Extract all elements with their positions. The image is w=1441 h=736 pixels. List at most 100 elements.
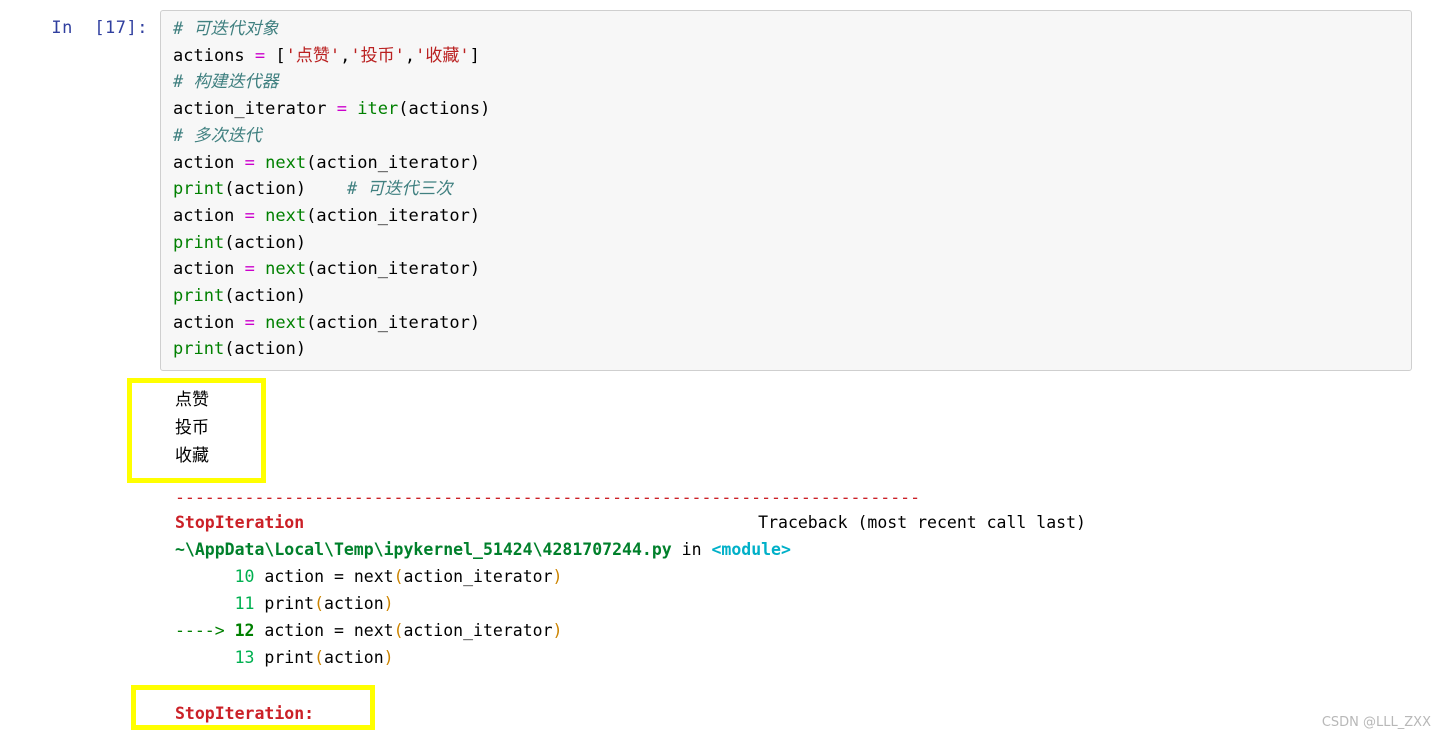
traceback-code-token: ) xyxy=(552,567,563,586)
traceback-frame-line: ----> 12 action = next(action_iterator) xyxy=(175,617,1375,644)
traceback-header-line: StopIteration Traceback (most recent call… xyxy=(175,509,1375,536)
code-token-builtin: iter xyxy=(357,99,399,120)
code-token-plain: (action) xyxy=(224,232,307,253)
code-token-op: = xyxy=(244,152,255,173)
traceback-code-token: ) xyxy=(383,648,394,667)
code-token-plain: (actions) xyxy=(398,99,491,120)
code-line: # 构建迭代器 xyxy=(173,69,1411,96)
code-token-plain: [ xyxy=(265,45,286,66)
code-token-plain: (action_iterator) xyxy=(306,312,481,333)
code-token-plain: (action_iterator) xyxy=(306,152,481,173)
traceback-frame-line: 10 action = next(action_iterator) xyxy=(175,563,1375,590)
code-token-op: = xyxy=(336,99,348,120)
traceback-scope: <module> xyxy=(711,540,791,559)
code-token-builtin: next xyxy=(265,259,307,280)
traceback-in-word: in xyxy=(671,540,712,559)
code-token-plain: action xyxy=(173,259,245,280)
code-token-plain: (action) xyxy=(224,179,348,200)
traceback-frame-line: 11 print(action) xyxy=(175,590,1375,617)
traceback-lineno: 13 xyxy=(224,648,255,667)
code-token-comment: # 构建迭代器 xyxy=(173,72,279,93)
traceback-code-token: print xyxy=(254,594,315,613)
code-token-plain: (action_iterator) xyxy=(306,205,481,226)
code-token-plain: ] xyxy=(469,45,480,66)
code-token-plain: (action) xyxy=(224,286,307,307)
code-line: print(action) xyxy=(173,283,1411,310)
code-token-op: = xyxy=(244,205,255,226)
code-token-str: '投币' xyxy=(350,45,405,66)
exception-name: StopIteration xyxy=(175,513,305,532)
traceback-arrow xyxy=(175,648,225,667)
code-line: # 多次迭代 xyxy=(173,123,1411,150)
code-token-op: = xyxy=(244,259,255,280)
traceback-arrow xyxy=(175,567,225,586)
code-token-plain: action xyxy=(173,152,245,173)
code-editor-area[interactable]: # 可迭代对象 actions = ['点赞','投币','收藏'] # 构建迭代器… xyxy=(160,10,1412,372)
traceback-code-token: action = next xyxy=(254,621,394,640)
traceback-code-token: action xyxy=(324,594,384,613)
code-token-comment: # 多次迭代 xyxy=(173,125,262,146)
traceback-code-token: ) xyxy=(383,594,394,613)
code-line: action_iterator = iter(actions) xyxy=(173,96,1411,123)
code-token-comment: # 可迭代对象 xyxy=(173,19,279,39)
traceback-code-token: ( xyxy=(314,594,325,613)
traceback-lineno: 12 xyxy=(224,621,255,640)
traceback-lineno: 10 xyxy=(224,567,255,586)
code-line: action = next(action_iterator) xyxy=(173,310,1411,337)
traceback-code-token: action_iterator xyxy=(403,621,553,640)
input-prompt-label: In [17]: xyxy=(51,18,148,38)
code-line: print(action) xyxy=(173,230,1411,257)
code-line: # 可迭代对象 xyxy=(173,16,1411,43)
code-token-plain: action_iterator xyxy=(173,99,337,120)
traceback-path-line: ~\AppData\Local\Temp\ipykernel_51424\428… xyxy=(175,536,1375,563)
code-token-builtin: next xyxy=(265,152,307,173)
traceback-code-token: ) xyxy=(552,621,563,640)
code-line: print(action) xyxy=(173,336,1411,363)
traceback-arrow xyxy=(175,594,225,613)
traceback-rule: ----------------------------------------… xyxy=(175,488,921,507)
code-token-builtin: print xyxy=(173,179,225,200)
code-line: action = next(action_iterator) xyxy=(173,150,1411,177)
code-token-str: '点赞' xyxy=(285,45,341,66)
code-token-builtin: print xyxy=(173,286,225,307)
traceback-code-token: print xyxy=(254,648,315,667)
code-line: action = next(action_iterator) xyxy=(173,203,1411,230)
traceback-code-token: action_iterator xyxy=(403,567,553,586)
code-token-builtin: next xyxy=(265,312,307,333)
code-token-builtin: next xyxy=(265,205,307,226)
highlight-box-exception xyxy=(131,685,375,730)
traceback-file-path: ~\AppData\Local\Temp\ipykernel_51424\428… xyxy=(175,540,672,559)
traceback-code-token: action xyxy=(324,648,384,667)
code-token-plain: (action) xyxy=(224,339,307,360)
code-token-plain: (action_iterator) xyxy=(306,259,481,280)
code-token-comment: # 可迭代三次 xyxy=(347,179,453,200)
code-token-op: = xyxy=(254,45,266,66)
traceback-code-token: ( xyxy=(314,648,325,667)
code-token-plain: , xyxy=(340,45,351,66)
code-token-plain: actions xyxy=(173,45,255,66)
code-line: action = next(action_iterator) xyxy=(173,256,1411,283)
code-token-plain: action xyxy=(173,312,245,333)
code-token-plain: , xyxy=(404,45,416,66)
watermark-label: CSDN @LLL_ZXX xyxy=(1321,715,1431,730)
code-line: actions = ['点赞','投币','收藏'] xyxy=(173,43,1411,70)
traceback-header-text: Traceback (most recent call last) xyxy=(758,513,1086,532)
traceback-frame-line: 13 print(action) xyxy=(175,644,1375,671)
traceback-lineno: 11 xyxy=(224,594,255,613)
code-line: print(action) # 可迭代三次 xyxy=(173,176,1411,203)
code-token-builtin: print xyxy=(173,339,225,360)
traceback-code-token: ( xyxy=(393,621,404,640)
code-token-builtin: print xyxy=(173,232,225,253)
code-token-plain: action xyxy=(173,205,245,226)
traceback-code-token: ( xyxy=(393,567,404,586)
traceback-arrow: ----> xyxy=(175,621,225,640)
code-token-str: '收藏' xyxy=(415,45,470,66)
highlight-box-stdout xyxy=(127,378,266,483)
traceback-code-token: action = next xyxy=(254,567,394,586)
notebook-input-cell: In [17]: # 可迭代对象 actions = ['点赞','投币','收藏… xyxy=(0,10,1441,372)
